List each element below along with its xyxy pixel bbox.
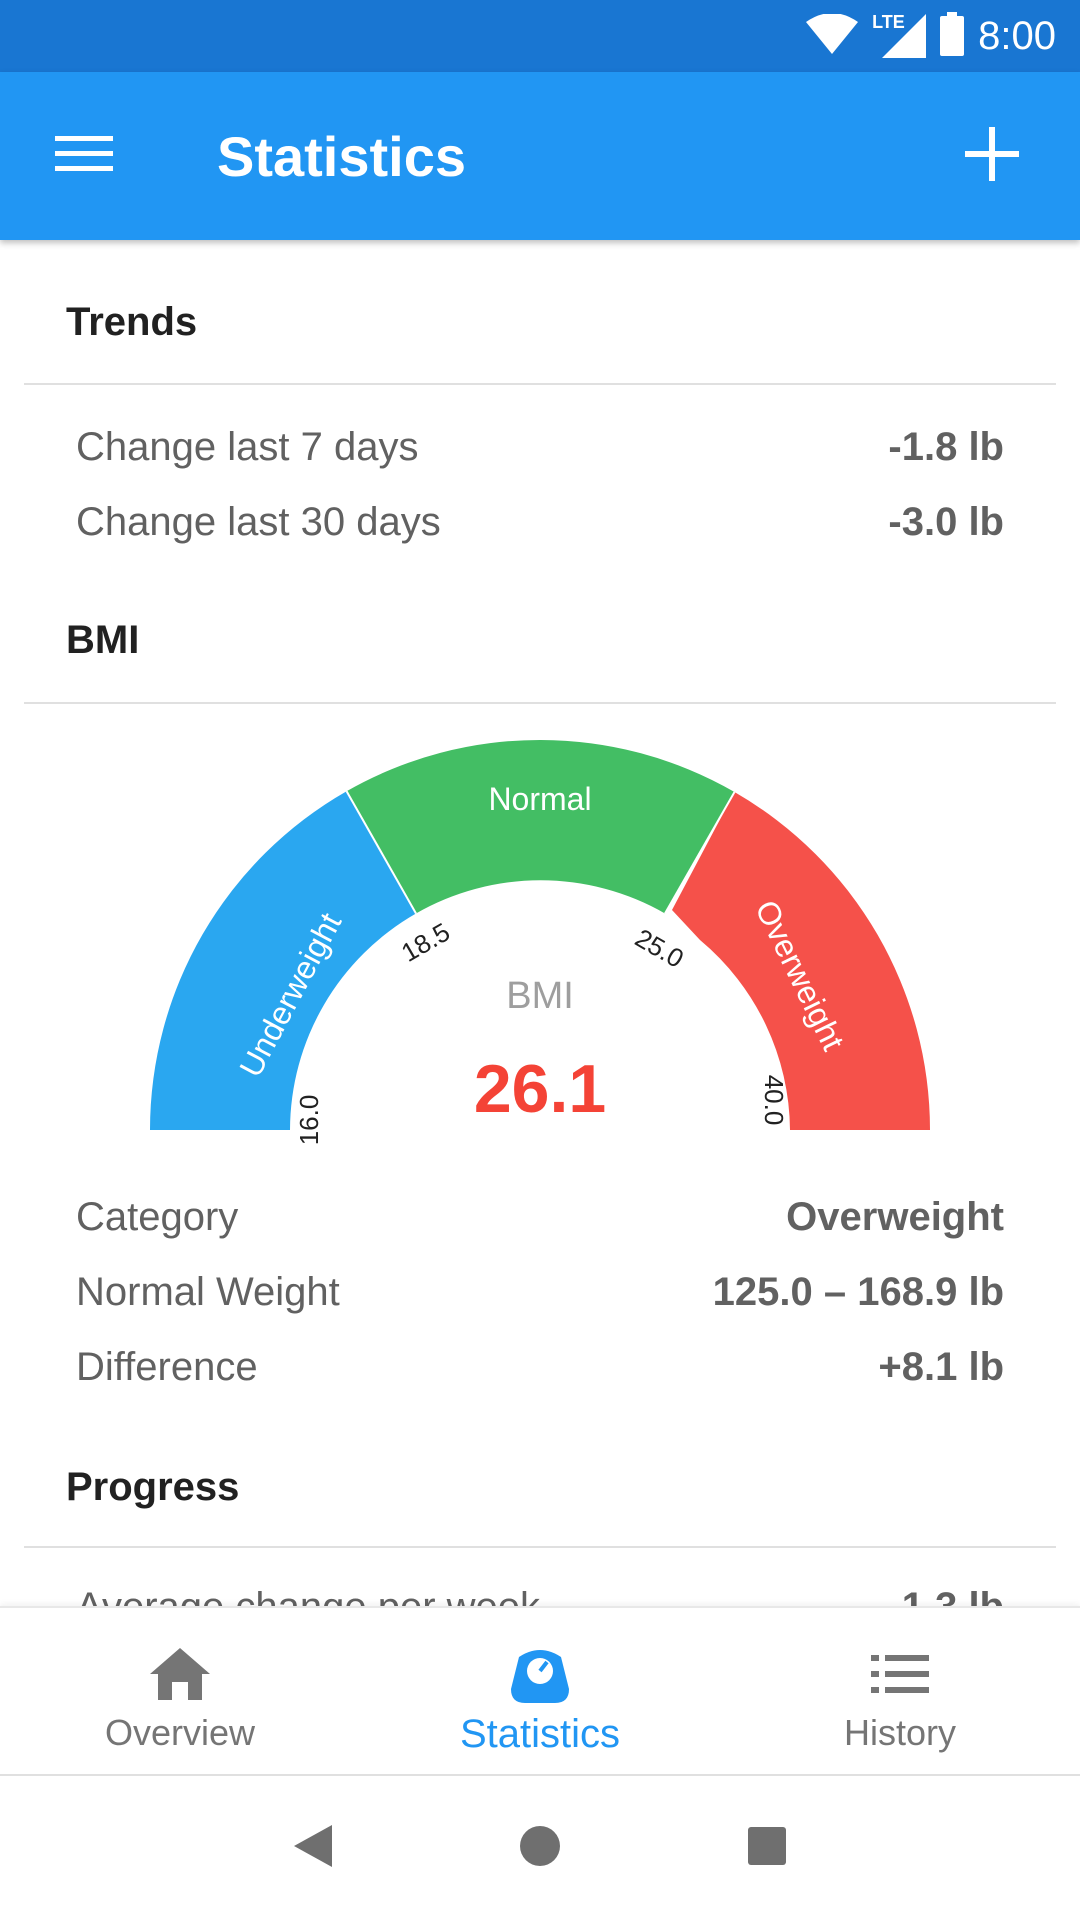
list-icon [871,1644,929,1704]
bmi-row-value: Overweight [786,1195,1004,1239]
recents-icon [747,1826,786,1870]
battery-icon [940,11,965,61]
progress-header: Progress [66,1465,240,1509]
bmi-header: BMI [66,618,140,662]
nav-label: Overview [104,1712,256,1753]
cell-signal-icon: LTE [872,12,927,58]
system-navigation-bar [0,1776,1080,1920]
divider [24,702,1056,704]
recents-button[interactable] [727,1808,807,1888]
status-time: 8:00 [978,13,1056,58]
nav-label: History [843,1712,956,1753]
bmi-row-label: Category [76,1195,239,1239]
divider [24,383,1056,385]
trend-row-value: -1.8 lb [888,425,1004,469]
bmi-row-value: +8.1 lb [878,1345,1004,1389]
trend-row-label: Change last 7 days [76,425,419,469]
menu-icon [55,134,113,179]
trends-header: Trends [66,300,198,344]
status-icons: LTE 8:00 [806,0,1056,72]
bmi-row-value: 125.0 – 168.9 lb [712,1270,1004,1314]
home-icon [150,1644,210,1704]
nav-item-history[interactable]: History [720,1608,1080,1774]
bmi-value: 26.1 [473,1051,607,1127]
bottom-navigation: Overview Statistics History [0,1606,1080,1776]
gauge-tick-label: 25.0 [630,923,689,974]
back-icon [294,1824,333,1872]
menu-button[interactable] [40,116,128,196]
back-button[interactable] [273,1808,353,1888]
gauge-segment-label: Normal [488,781,591,817]
gauge-segment-normal [346,739,735,914]
wifi-icon [806,12,859,59]
gauge-label: BMI [506,975,574,1017]
add-icon [965,126,1019,186]
page-title: Statistics [217,125,466,188]
nav-item-statistics[interactable]: Statistics [360,1608,720,1774]
home-circle-icon [519,1825,561,1872]
progress-row-label: Average change per week [76,1585,540,1606]
scale-icon [511,1644,569,1704]
nav-label: Statistics [459,1712,621,1756]
nav-item-overview[interactable]: Overview [0,1608,360,1774]
bmi-row-label: Difference [76,1345,258,1389]
progress-row-value: -1.3 lb [888,1585,1004,1606]
home-button[interactable] [500,1808,580,1888]
divider [24,1546,1056,1548]
app-bar: Statistics [0,72,1080,240]
trend-row-label: Change last 30 days [76,500,441,544]
statistics-content[interactable]: Trends Change last 7 days -1.8 lb Change… [0,240,1080,1606]
status-bar: LTE 8:00 [0,0,1080,72]
trend-row-value: -3.0 lb [888,500,1004,544]
add-entry-button[interactable] [948,116,1036,196]
gauge-tick-label: 18.5 [396,917,455,968]
bmi-row-label: Normal Weight [76,1270,340,1314]
